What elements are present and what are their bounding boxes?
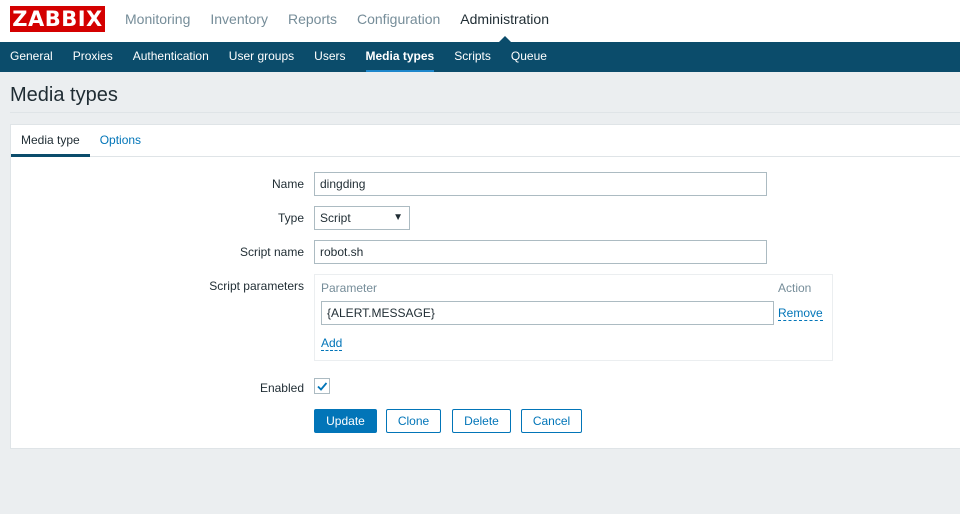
script-parameters-label: Script parameters <box>209 279 304 293</box>
script-name-input[interactable]: robot.sh <box>314 240 767 264</box>
type-select[interactable]: Script ▼ <box>314 206 410 230</box>
enabled-checkbox[interactable] <box>314 378 330 394</box>
tab-media-type[interactable]: Media type <box>11 125 90 157</box>
zabbix-logo[interactable]: ZABBIX <box>10 6 105 32</box>
menu-reports[interactable]: Reports <box>278 0 347 42</box>
name-input[interactable]: dingding <box>314 172 767 196</box>
script-name-label: Script name <box>239 245 304 259</box>
title-divider <box>10 112 960 113</box>
submenu-general[interactable]: General <box>0 42 63 72</box>
submenu-user-groups[interactable]: User groups <box>219 42 304 72</box>
parameter-column-header: Parameter <box>321 281 378 295</box>
submenu-proxies[interactable]: Proxies <box>63 42 123 72</box>
dropdown-arrow-icon: ▼ <box>393 212 403 223</box>
clone-button[interactable]: Clone <box>386 409 441 433</box>
type-select-value: Script <box>320 211 351 225</box>
cancel-button[interactable]: Cancel <box>521 409 582 433</box>
main-menu: Monitoring Inventory Reports Configurati… <box>115 0 559 42</box>
submenu-users[interactable]: Users <box>304 42 355 72</box>
tab-options[interactable]: Options <box>90 125 151 157</box>
top-header: ZABBIX Monitoring Inventory Reports Conf… <box>0 0 960 42</box>
action-column-header: Action <box>778 281 812 295</box>
form-panel: Media type Options Name dingding Type Sc… <box>10 124 960 449</box>
menu-configuration[interactable]: Configuration <box>347 0 450 42</box>
tab-bar: Media type Options <box>11 125 960 157</box>
submenu-media-types[interactable]: Media types <box>356 42 445 72</box>
remove-parameter-link[interactable]: Remove <box>778 307 823 321</box>
script-parameters-table: Parameter Action {ALERT.MESSAGE} Remove … <box>314 274 833 361</box>
submenu-queue[interactable]: Queue <box>501 42 557 72</box>
submenu-scripts[interactable]: Scripts <box>444 42 501 72</box>
menu-inventory[interactable]: Inventory <box>200 0 278 42</box>
submenu-authentication[interactable]: Authentication <box>123 42 219 72</box>
type-label: Type <box>277 211 304 225</box>
enabled-label: Enabled <box>259 381 304 395</box>
menu-administration[interactable]: Administration <box>450 0 559 42</box>
menu-monitoring[interactable]: Monitoring <box>115 0 200 42</box>
add-parameter-link[interactable]: Add <box>321 337 343 351</box>
submenu-bar: General Proxies Authentication User grou… <box>0 42 960 72</box>
delete-button[interactable]: Delete <box>452 409 511 433</box>
parameter-input[interactable]: {ALERT.MESSAGE} <box>321 301 774 325</box>
name-label: Name <box>271 177 304 191</box>
update-button[interactable]: Update <box>314 409 377 433</box>
checkmark-icon <box>317 382 328 391</box>
page-title: Media types <box>10 84 118 106</box>
